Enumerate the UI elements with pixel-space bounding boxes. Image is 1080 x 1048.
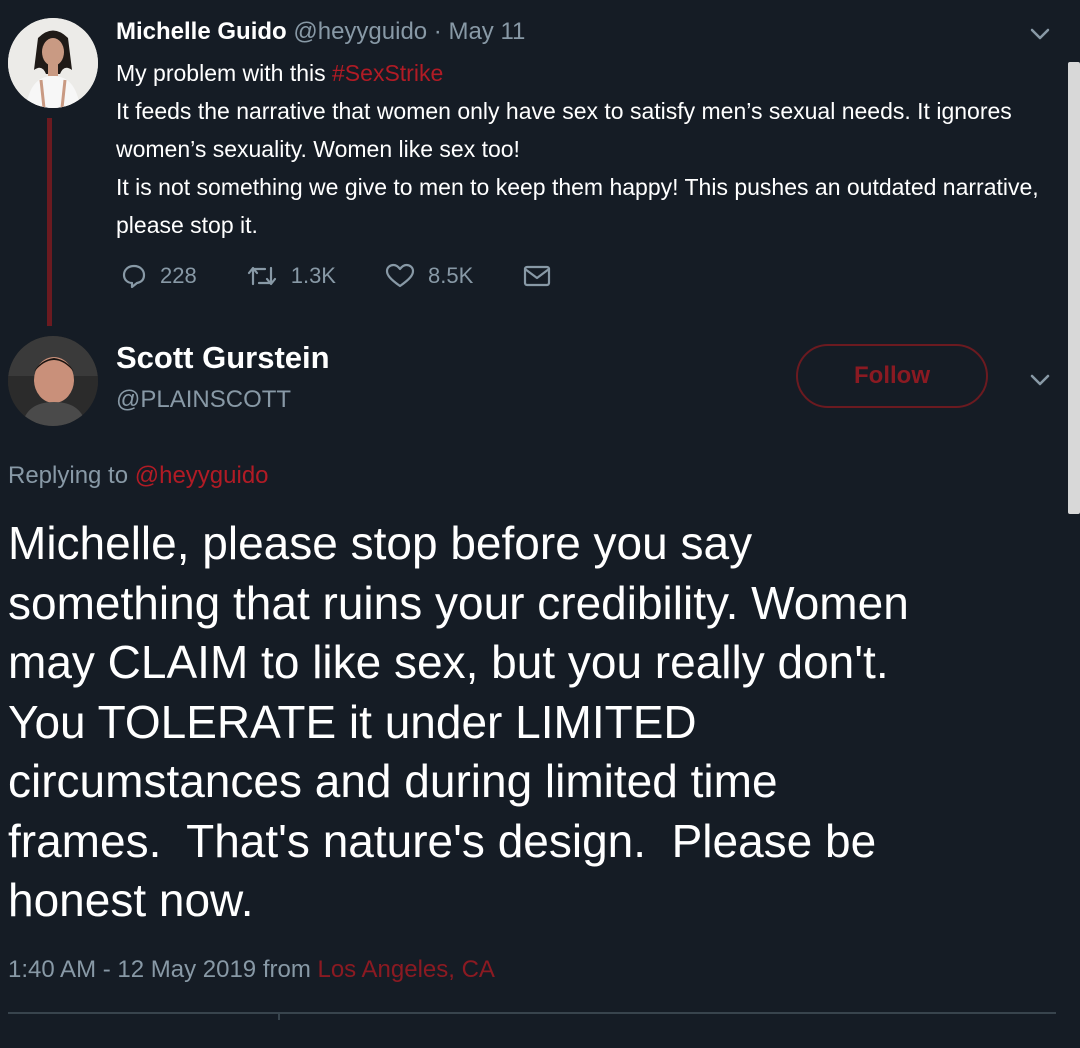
- tweet-action-bar: 228 1.3K 8.5K: [120, 262, 613, 290]
- retweet-icon: [247, 266, 276, 286]
- replying-to-line: Replying to @heyyguido: [8, 462, 269, 490]
- retweet-count: 1.3K: [290, 263, 336, 288]
- retweet-action[interactable]: 1.3K: [245, 262, 336, 290]
- direct-message-action[interactable]: [521, 262, 565, 290]
- follow-button[interactable]: Follow: [796, 344, 988, 408]
- chevron-down-icon[interactable]: [1026, 366, 1054, 394]
- reply-timestamp-line: 1:40 AM - 12 May 2019 from Los Angeles, …: [8, 956, 495, 984]
- location-link[interactable]: Los Angeles, CA: [317, 956, 494, 983]
- divider: [8, 1012, 1056, 1014]
- reply-count: 228: [160, 263, 197, 288]
- reply-text-line: Michelle, please stop before you say: [8, 517, 753, 569]
- like-count: 8.5K: [427, 263, 474, 288]
- replying-to-handle-link[interactable]: @heyyguido: [135, 462, 269, 489]
- scrollbar-thumb[interactable]: [1068, 62, 1080, 514]
- avatar-michelle[interactable]: [8, 18, 98, 108]
- reply-action[interactable]: 228: [120, 262, 197, 290]
- avatar-scott-image: [8, 336, 98, 426]
- chevron-down-icon[interactable]: [1026, 20, 1054, 48]
- divider-tick: [278, 1012, 280, 1020]
- original-tweet-text: My problem with this #SexStrike It feeds…: [116, 54, 1066, 244]
- original-tweet-date[interactable]: May 11: [448, 18, 525, 45]
- original-tweet-intro: My problem with this: [116, 60, 333, 86]
- original-tweet-header: Michelle Guido @heyyguido · May 11: [116, 18, 525, 46]
- reply-text-line: something that ruins your credibility. W…: [8, 576, 909, 629]
- reply-text-line: circumstances and during limited time: [8, 755, 778, 807]
- like-action[interactable]: 8.5K: [384, 262, 473, 290]
- avatar-michelle-image: [8, 18, 98, 108]
- like-icon: [385, 263, 415, 288]
- avatar-scott[interactable]: [8, 336, 98, 426]
- original-tweet-paragraph-1: It feeds the narrative that women only h…: [116, 98, 1012, 162]
- reply-text-line: frames. That's nature's design. Please b…: [8, 814, 877, 867]
- original-author-name[interactable]: Michelle Guido: [116, 18, 287, 45]
- hashtag-link[interactable]: #SexStrike: [332, 60, 443, 86]
- original-author-handle[interactable]: @heyyguido: [293, 18, 427, 45]
- reply-icon: [122, 264, 146, 289]
- reply-timestamp[interactable]: 1:40 AM - 12 May 2019 from: [8, 956, 317, 983]
- replying-to-label: Replying to: [8, 462, 135, 489]
- original-tweet-paragraph-2: It is not something we give to men to ke…: [116, 174, 1039, 238]
- thread-connector-line: [47, 118, 52, 326]
- reply-text-line: may CLAIM to like sex, but you really do…: [8, 636, 889, 688]
- reply-text-line: You TOLERATE it under LIMITED: [8, 695, 697, 748]
- reply-author-name[interactable]: Scott Gurstein: [116, 340, 330, 376]
- direct-message-icon: [524, 265, 551, 287]
- header-separator: ·: [427, 18, 449, 45]
- reply-author-handle[interactable]: @PLAINSCOTT: [116, 386, 291, 414]
- reply-tweet-text: Michelle, please stop before you say som…: [8, 514, 1058, 931]
- reply-text-line: honest now.: [8, 874, 254, 926]
